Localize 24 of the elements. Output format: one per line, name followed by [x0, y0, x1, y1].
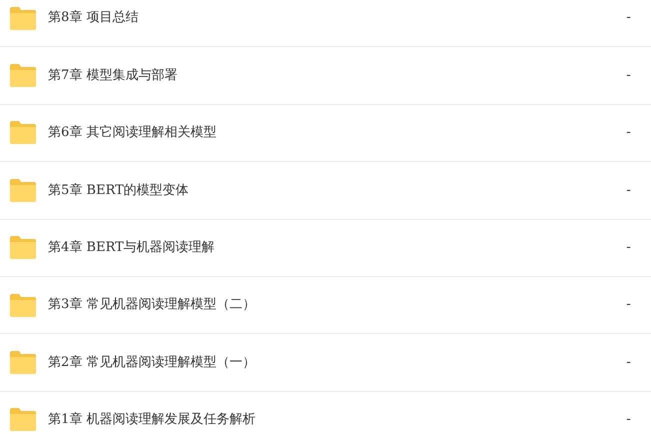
folder-name[interactable]: 第8章 项目总结 [48, 8, 138, 28]
file-size: - [626, 66, 631, 85]
folder-icon [10, 6, 36, 30]
file-size: - [626, 239, 631, 257]
file-size: - [626, 182, 631, 200]
folder-icon [10, 236, 36, 260]
file-size: - [626, 354, 631, 372]
folder-name[interactable]: 第6章 其它阅读理解相关模型 [48, 123, 216, 143]
file-size: - [626, 296, 631, 314]
folder-icon [10, 294, 36, 317]
file-size: - [626, 9, 631, 28]
folder-icon [10, 64, 36, 88]
folder-name[interactable]: 第2章 常见机器阅读理解模型（一） [48, 352, 256, 372]
folder-name[interactable]: 第7章 模型集成与部署 [48, 66, 178, 86]
folder-icon [10, 408, 36, 432]
folder-icon [10, 178, 36, 202]
folder-name[interactable]: 第1章 机器阅读理解发展及任务解析 [48, 410, 256, 430]
folder-icon [10, 351, 36, 374]
folder-name[interactable]: 第4章 BERT与机器阅读理解 [48, 238, 215, 258]
folder-icon [10, 121, 36, 144]
file-size: - [626, 411, 631, 430]
folder-name[interactable]: 第5章 BERT的模型变体 [48, 180, 189, 200]
file-size: - [626, 124, 631, 142]
folder-name[interactable]: 第3章 常见机器阅读理解模型（二） [48, 295, 256, 315]
